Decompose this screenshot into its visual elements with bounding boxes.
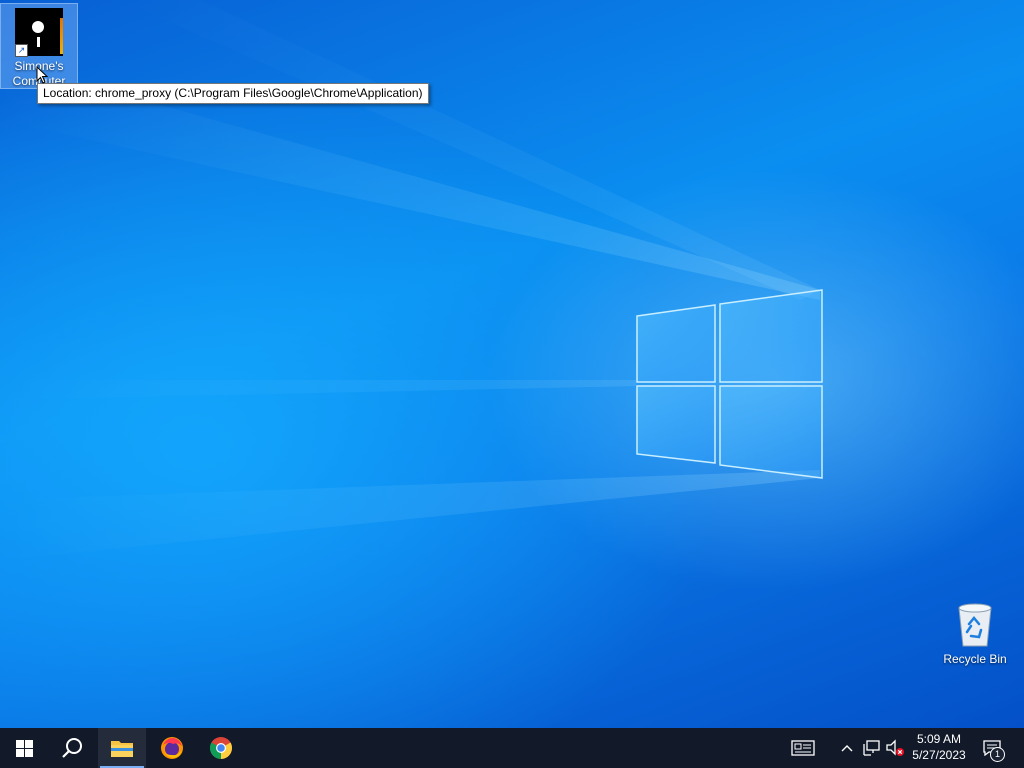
file-explorer-icon bbox=[111, 741, 133, 757]
shortcut-arrow-icon: ↗ bbox=[15, 44, 28, 57]
desktop[interactable]: ↗ Simone's Computer Recycle Bin Location… bbox=[0, 0, 1024, 728]
chrome-icon bbox=[210, 737, 232, 759]
network-button[interactable] bbox=[860, 728, 882, 768]
search-button[interactable] bbox=[48, 728, 96, 768]
firefox-icon bbox=[161, 737, 183, 759]
clock-date: 5/27/2023 bbox=[912, 748, 966, 762]
wallpaper-light-beams bbox=[0, 0, 823, 560]
start-button[interactable] bbox=[0, 728, 48, 768]
logo-pane-bottom-right bbox=[719, 385, 823, 479]
mouse-cursor-icon bbox=[36, 66, 48, 84]
taskbar-chrome[interactable] bbox=[197, 728, 245, 768]
volume-button[interactable] bbox=[884, 728, 906, 768]
logo-pane-bottom-left bbox=[636, 385, 716, 464]
desktop-icon-recycle-bin[interactable]: Recycle Bin bbox=[937, 600, 1013, 670]
taskbar-firefox[interactable] bbox=[148, 728, 196, 768]
shortcut-location-tooltip: Location: chrome_proxy (C:\Program Files… bbox=[37, 83, 429, 104]
logo-pane-top-left bbox=[636, 304, 716, 383]
logo-pane-top-right bbox=[719, 289, 823, 383]
clock-time: 5:09 AM bbox=[916, 732, 962, 746]
chevron-up-icon bbox=[841, 745, 853, 752]
news-and-interests-button[interactable] bbox=[786, 728, 820, 768]
search-icon bbox=[62, 738, 82, 758]
volume-muted-icon bbox=[886, 739, 904, 756]
recycle-bin-icon bbox=[958, 603, 992, 647]
taskbar: 5:09 AM 5/27/2023 bbox=[0, 728, 1024, 768]
clock[interactable]: 5:09 AM 5/27/2023 bbox=[906, 731, 972, 763]
news-icon bbox=[791, 740, 815, 756]
show-hidden-icons-button[interactable] bbox=[838, 728, 856, 768]
network-icon bbox=[862, 740, 880, 756]
notification-count-badge: 1 bbox=[990, 747, 1005, 762]
windows-start-icon bbox=[15, 739, 33, 757]
desktop-icon-label: Recycle Bin bbox=[943, 652, 1007, 666]
taskbar-file-explorer[interactable] bbox=[98, 728, 146, 768]
